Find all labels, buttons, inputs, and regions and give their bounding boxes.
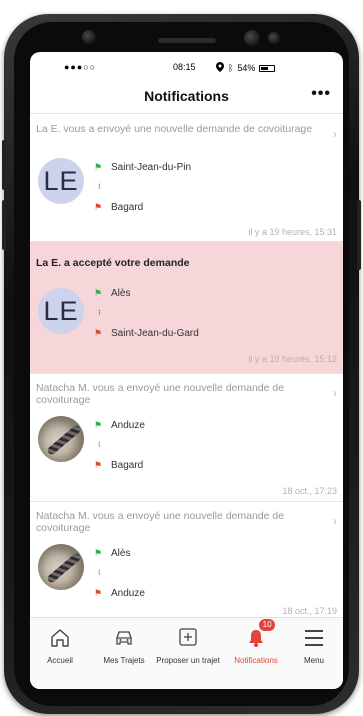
route-dots: ⁝ [98,440,101,449]
sensor-icon [244,30,260,46]
chevron-right-icon: › [333,386,337,400]
tab-label: Mes Trajets [103,656,145,665]
tab-notifications[interactable]: 10 Notifications [230,618,282,678]
tab-menu[interactable]: Menu [294,618,334,678]
route-to: Bagard [111,460,144,471]
notification-time: 18 oct., 17:19 [282,606,337,616]
bluetooth-icon: ᛒ [228,63,234,73]
red-flag-icon: ⚑ [94,328,103,338]
avatar [38,416,84,462]
route: ⚑ Saint-Jean-du-Pin ⁝ ⚑ Bagard [94,160,191,220]
sensor-icon [268,32,280,44]
notification-time: 18 oct., 17:23 [282,486,337,496]
red-flag-icon: ⚑ [94,202,103,212]
avatar-photo [46,424,82,456]
nav-header: Notifications ••• [30,80,343,114]
tab-proposer-un-trajet[interactable]: Proposer un trajet [156,618,220,678]
route-from: Alès [111,288,131,299]
status-bar: ●●●○○ 08:15 ᛒ 54% [30,52,343,80]
route-from: Anduze [111,420,145,431]
route: ⚑ Anduze ⁝ ⚑ Bagard [94,418,145,478]
chevron-right-icon: › [333,514,337,528]
car-icon [113,628,135,648]
red-flag-icon: ⚑ [94,588,103,598]
notification-title: La E. vous a envoyé une nouvelle demande… [36,123,313,135]
tab-label: Accueil [47,656,73,665]
tab-label: Menu [303,656,324,665]
chevron-right-icon: › [333,127,337,141]
home-icon [49,628,71,648]
volume-button [2,140,6,190]
notification-count-badge: 10 [259,619,276,631]
route-to: Saint-Jean-du-Gard [111,328,199,339]
notification-list[interactable]: La E. vous a envoyé une nouvelle demande… [30,115,343,617]
avatar [38,544,84,590]
tab-label: Proposer un trajet [156,656,220,665]
app-screen: ●●●○○ 08:15 ᛒ 54% Notifications ••• La E… [30,52,343,689]
notification-title: Natacha M. vous a envoyé une nouvelle de… [36,510,285,534]
battery-percent: 54% [237,63,256,73]
route: ⚑ Alès ⁝ ⚑ Anduze [94,546,145,606]
route-to: Bagard [111,202,144,213]
route-to: Anduze [111,588,145,599]
front-camera-icon [82,30,96,44]
notification-item[interactable]: Natacha M. vous a envoyé une nouvelle de… [30,502,343,617]
notification-time: il y a 19 heures, 15:12 [248,354,337,364]
route-dots: ⁝ [98,308,101,317]
hamburger-menu-icon [303,628,325,648]
notification-item[interactable]: La E. a accepté votre demande LE ⚑ Alès ⁝… [30,242,343,374]
device-frame: ●●●○○ 08:15 ᛒ 54% Notifications ••• La E… [0,0,363,716]
page-title: Notifications [144,88,229,104]
add-square-icon [177,628,199,648]
clock: 08:15 [173,62,196,72]
route-dots: ⁝ [98,182,101,191]
green-flag-icon: ⚑ [94,162,103,172]
avatar-photo [46,552,82,584]
avatar: LE [38,288,84,334]
location-icon [216,62,224,74]
avatar: LE [38,158,84,204]
green-flag-icon: ⚑ [94,420,103,430]
tab-label: Notifications [234,656,278,665]
tab-accueil[interactable]: Accueil [36,618,84,678]
notification-item[interactable]: La E. vous a envoyé une nouvelle demande… [30,115,343,242]
power-button [357,200,361,270]
speaker-grille [158,38,216,43]
green-flag-icon: ⚑ [94,548,103,558]
route-from: Alès [111,548,131,559]
route-dots: ⁝ [98,568,101,577]
bell-icon [245,628,267,648]
notification-title: Natacha M. vous a envoyé une nouvelle de… [36,382,285,406]
red-flag-icon: ⚑ [94,460,103,470]
green-flag-icon: ⚑ [94,288,103,298]
route: ⚑ Alès ⁝ ⚑ Saint-Jean-du-Gard [94,286,199,346]
battery-icon [259,64,276,72]
volume-button [2,200,6,250]
status-right: ᛒ 54% [216,62,276,74]
notification-time: il y a 19 heures, 15:31 [248,227,337,237]
route-from: Saint-Jean-du-Pin [111,162,192,173]
more-options-button[interactable]: ••• [311,85,331,103]
notification-title: La E. a accepté votre demande [36,257,190,269]
signal-strength: ●●●○○ [64,62,97,72]
tab-mes-trajets[interactable]: Mes Trajets [96,618,152,678]
bottom-tab-bar: Accueil Mes Trajets Proposer un trajet 1… [30,617,343,689]
notification-item[interactable]: Natacha M. vous a envoyé une nouvelle de… [30,374,343,502]
